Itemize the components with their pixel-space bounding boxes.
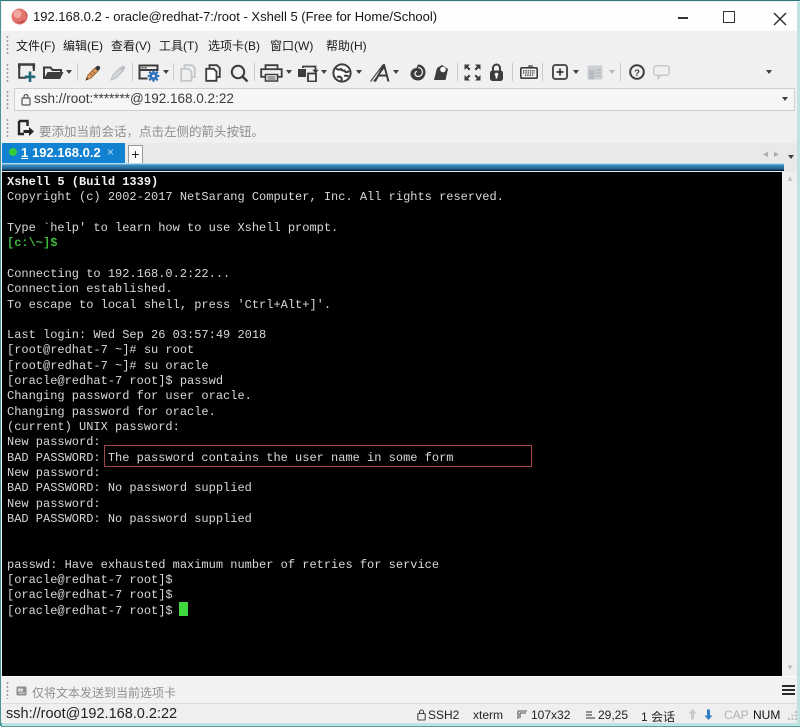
svg-text:?: ? (634, 68, 640, 79)
